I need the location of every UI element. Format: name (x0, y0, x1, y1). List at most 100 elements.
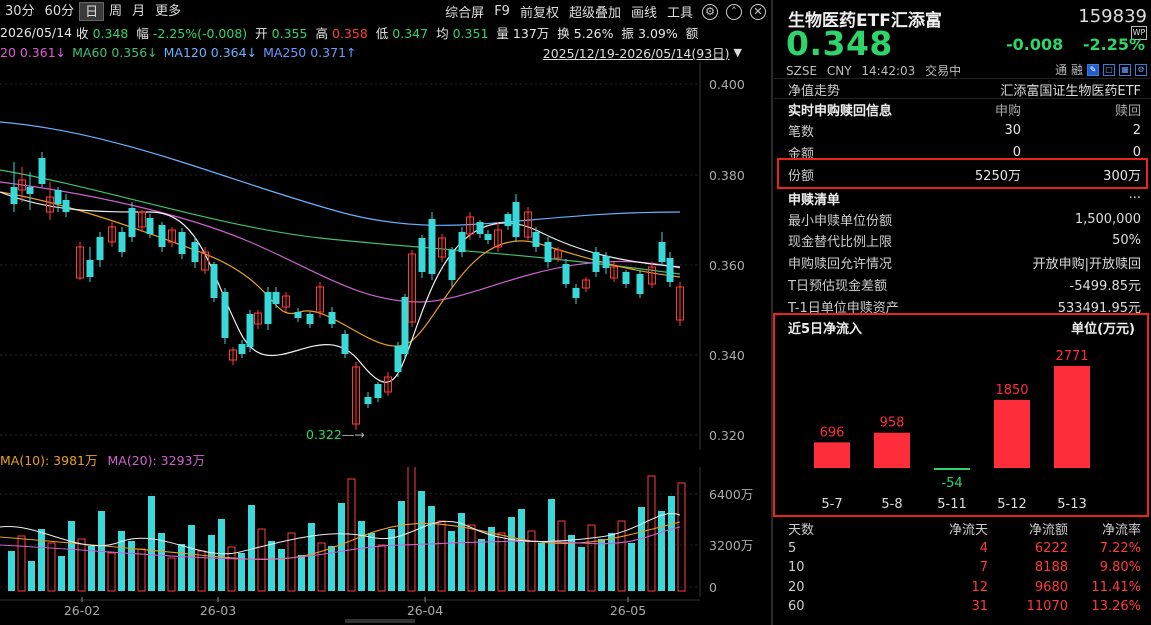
volume-bar (418, 491, 425, 591)
grid-icon[interactable]: ▦ (1119, 63, 1131, 76)
volume-bar (557, 520, 566, 592)
turnover-value: 5.26% (573, 26, 614, 41)
candle-body (38, 158, 46, 184)
volume-bar (107, 552, 116, 592)
list-value: 1,500,000 (1074, 211, 1141, 227)
volume-chart[interactable]: 6400万 3200万 0 (0, 467, 770, 597)
price-tick-label: 0.380 (709, 168, 745, 183)
date-range-selector[interactable]: 2025/12/19-2026/05/14(93日) (543, 43, 730, 62)
volume-bar (548, 499, 555, 591)
candle-body (264, 292, 272, 324)
ma250-legend: MA250 0.371↑ (263, 45, 357, 60)
low-marker-label: 0.322—→ (306, 427, 365, 442)
list-label: T日预估现金差额 (788, 278, 887, 294)
volume-bar (298, 555, 305, 591)
period-more[interactable]: 更多 (150, 2, 186, 21)
candle-body (394, 346, 402, 372)
chevron-up-icon[interactable]: ˄ (726, 3, 742, 20)
candle-body (10, 187, 18, 204)
candle-body (572, 288, 580, 298)
stats-days: 60 (788, 599, 805, 615)
candle-body (26, 187, 34, 194)
volume-bar (647, 475, 656, 592)
candle-body (96, 237, 104, 260)
candle-body (504, 214, 512, 226)
volume-bar (448, 531, 455, 591)
candle-body (221, 292, 229, 338)
volume-bar (368, 533, 375, 591)
volume-tick-label: 6400万 (709, 487, 753, 502)
stats-col-amount: 净流额 (1028, 523, 1068, 539)
list-value: 50% (1112, 232, 1141, 248)
volume-bar (608, 533, 615, 591)
row-sub: 30 (1004, 122, 1021, 138)
period-week[interactable]: 周 (104, 2, 127, 21)
volume-bar (268, 541, 275, 591)
candle-body (238, 344, 246, 354)
super-overlay-button[interactable]: 超级叠加 (564, 2, 626, 21)
volume-bar (638, 507, 645, 591)
candle-body (210, 264, 218, 298)
forward-adjust-button[interactable]: 前复权 (515, 2, 564, 21)
col-red: 赎回 (1114, 103, 1141, 119)
chevron-down-icon[interactable]: ▼ (734, 46, 742, 59)
price-tick-label: 0.360 (709, 258, 745, 273)
candle-body (118, 232, 126, 252)
stats-rate: 9.80% (1099, 560, 1141, 576)
candlestick-chart[interactable]: 0.400 0.380 0.360 0.340 0.320 (0, 62, 770, 450)
horizontal-scrollbar[interactable] (345, 619, 415, 623)
tools-button[interactable]: 工具 (662, 2, 698, 21)
stats-rate: 11.41% (1091, 579, 1141, 595)
volume-bar (8, 551, 15, 591)
edit-icon[interactable]: ✎ (1087, 63, 1099, 76)
amount-label: 额 (685, 26, 699, 41)
price-tick-label: 0.340 (709, 348, 745, 363)
swing-label: 振 (621, 26, 635, 41)
square-icon[interactable]: □ (1103, 63, 1115, 76)
volume-bar (178, 544, 185, 591)
close-icon[interactable]: ✕ (750, 3, 766, 20)
stats-col-flowdays: 净流天 (948, 523, 988, 539)
settings-icon[interactable]: ⚙ (1135, 63, 1147, 76)
volume-tick-label: 3200万 (709, 538, 753, 553)
avg-value: 0.351 (452, 26, 489, 41)
candle-body (128, 208, 136, 237)
stats-flowdays: 4 (979, 540, 988, 556)
volume-bar (77, 538, 86, 592)
gear-icon[interactable]: ⚙ (702, 3, 718, 20)
period-day[interactable]: 日 (79, 2, 105, 21)
volume-bar (358, 521, 365, 591)
f9-button[interactable]: F9 (489, 4, 515, 19)
volume-bar (467, 524, 476, 592)
stats-amount: 6222 (1034, 540, 1068, 556)
stats-rate: 13.26% (1091, 599, 1141, 615)
candle-body (532, 232, 540, 247)
candle-body (272, 292, 280, 304)
volume-bar (167, 557, 176, 592)
candle-body (562, 264, 570, 284)
turnover-label: 换 (557, 26, 570, 41)
period-30min[interactable]: 30分 (0, 2, 40, 21)
composite-screen-button[interactable]: 综合屏 (440, 2, 489, 21)
period-60min[interactable]: 60分 (40, 2, 80, 21)
volume-bar (508, 517, 515, 591)
volume-bar (398, 501, 405, 591)
candle-body (146, 218, 154, 234)
volume-bar (518, 509, 525, 591)
nav-trend-label: 净值走势 (788, 83, 841, 99)
volume-bar (488, 527, 495, 591)
volume-bar (287, 532, 296, 592)
nav-trend-row[interactable]: 净值走势 汇添富国证生物医药ETF (788, 79, 1141, 99)
list-value: 开放申购|开放赎回 (1032, 256, 1141, 272)
candle-body (54, 190, 62, 204)
candle-body (428, 219, 436, 274)
more-button[interactable]: ··· (1129, 191, 1141, 206)
candle-body (512, 202, 520, 237)
volume-bar (668, 496, 675, 591)
list-label: 申购赎回允许情况 (788, 256, 893, 272)
period-month[interactable]: 月 (127, 2, 150, 21)
draw-line-button[interactable]: 画线 (626, 2, 662, 21)
volume-bar (58, 556, 65, 591)
ma60-legend: MA60 0.356↓ (72, 45, 158, 60)
price-tick-label: 0.400 (709, 77, 745, 92)
